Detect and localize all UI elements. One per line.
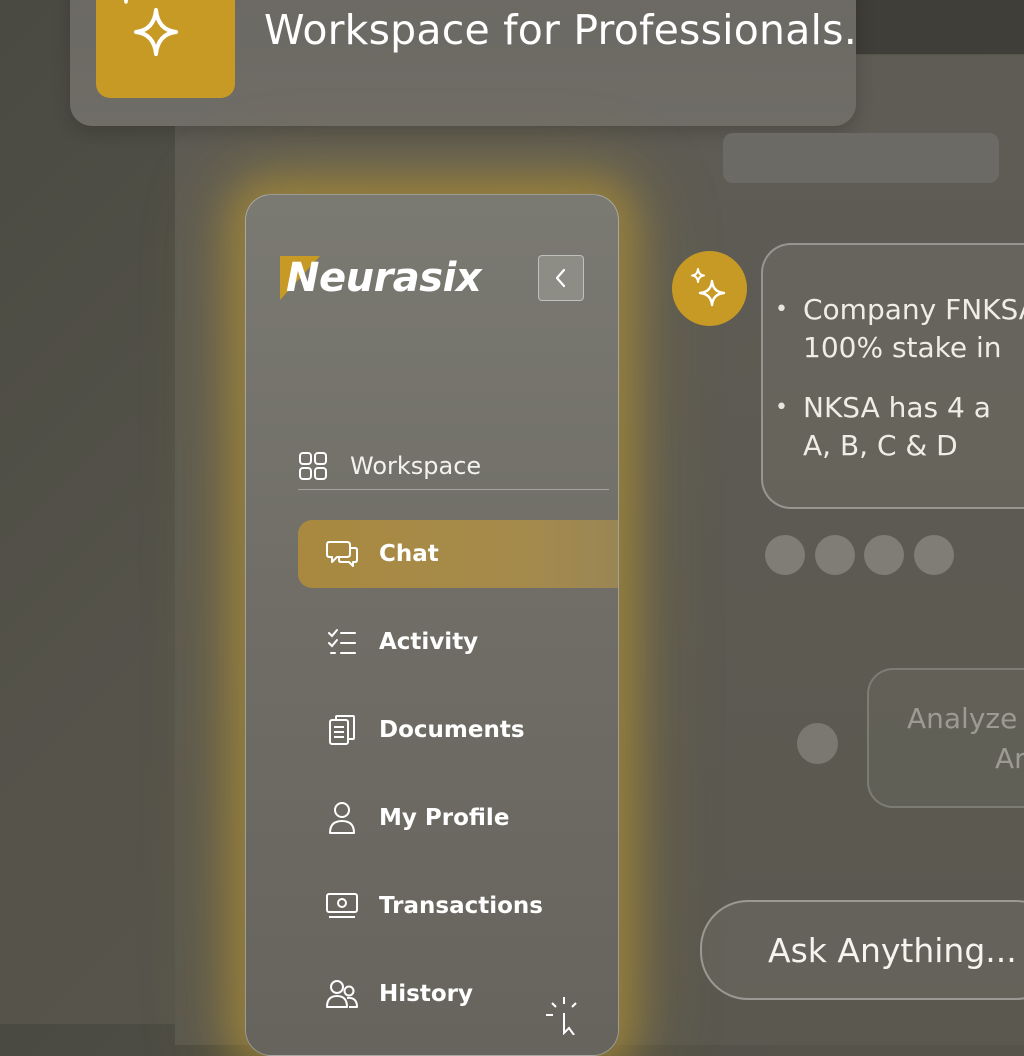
sparkles-icon xyxy=(123,0,178,56)
users-icon xyxy=(325,977,359,1011)
top-right-panel xyxy=(856,0,1024,54)
sparkles-icon xyxy=(690,267,725,306)
sidebar-item-documents[interactable]: Documents xyxy=(298,696,618,764)
user-avatar xyxy=(797,723,838,764)
message-line: 100% stake in xyxy=(803,331,1002,364)
message-line: Ar xyxy=(995,742,1024,775)
documents-icon xyxy=(325,713,359,747)
checklist-icon xyxy=(325,625,359,659)
typing-dot xyxy=(815,535,855,575)
sidebar-item-label: History xyxy=(379,981,473,1007)
sidebar-item-transactions[interactable]: Transactions xyxy=(298,872,618,940)
message-bullet: Company FNKSA 100% stake in xyxy=(775,291,1024,367)
message-line: Analyze xyxy=(907,702,1018,735)
sidebar-item-activity[interactable]: Activity xyxy=(298,608,618,676)
sidebar-item-label: My Profile xyxy=(379,805,510,831)
typing-dot xyxy=(864,535,904,575)
placeholder-bar xyxy=(723,133,999,183)
sidebar-item-label: Activity xyxy=(379,629,479,655)
grid-icon xyxy=(299,452,327,480)
sidebar-item-my-profile[interactable]: My Profile xyxy=(298,784,618,852)
banner-title: Workspace for Professionals. xyxy=(264,6,857,54)
ask-input-placeholder: Ask Anything... xyxy=(768,930,1017,970)
sidebar-item-label: Chat xyxy=(379,541,439,567)
user-message: Analyze Ar xyxy=(867,668,1024,808)
typing-dot xyxy=(914,535,954,575)
workspace-label: Workspace xyxy=(350,452,482,480)
ask-input[interactable]: Ask Anything... xyxy=(700,900,1024,1000)
chevron-left-icon xyxy=(555,268,566,288)
banner: Workspace for Professionals. xyxy=(70,0,857,126)
message-line: Company FNKSA xyxy=(803,293,1024,326)
collapse-sidebar-button[interactable] xyxy=(538,255,584,301)
workspace-switcher[interactable]: Workspace xyxy=(298,443,609,490)
sidebar-item-chat[interactable]: Chat xyxy=(298,520,618,588)
assistant-message: Company FNKSA 100% stake in NKSA has 4 a… xyxy=(761,243,1024,509)
message-bullet: NKSA has 4 a A, B, C & D xyxy=(775,389,1024,465)
assistant-avatar xyxy=(672,251,747,326)
sidebar-item-label: Documents xyxy=(379,717,525,743)
typing-dot xyxy=(765,535,805,575)
money-icon xyxy=(325,889,359,923)
message-line: NKSA has 4 a xyxy=(803,391,991,424)
sidebar: Neurasix Workspace Chat Activity Documen… xyxy=(245,194,619,1056)
chat-bubbles-icon xyxy=(325,537,359,571)
sidebar-item-label: Transactions xyxy=(379,893,543,919)
brand-name: Neurasix xyxy=(286,255,482,301)
sparkles-tile xyxy=(96,0,235,98)
cursor-icon xyxy=(546,997,577,1035)
message-line: A, B, C & D xyxy=(803,429,958,462)
brand-logo: Neurasix xyxy=(280,253,482,303)
user-icon xyxy=(325,801,359,835)
